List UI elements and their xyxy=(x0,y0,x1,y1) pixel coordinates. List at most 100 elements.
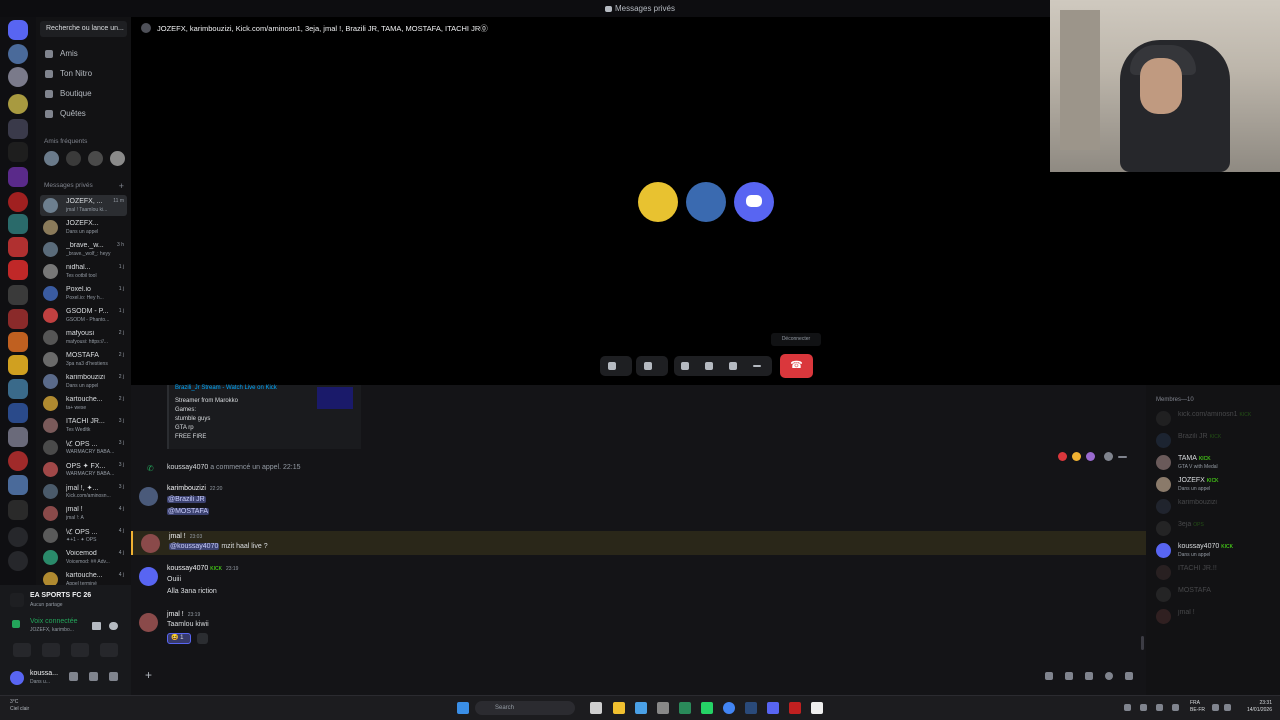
soundboard-button[interactable] xyxy=(100,643,118,657)
tray-chevron-icon[interactable] xyxy=(1124,704,1131,711)
dm-item[interactable]: JOZEFX... Dans un appel xyxy=(40,217,127,238)
app-icon[interactable] xyxy=(811,702,823,714)
weather-widget[interactable]: 3°C Ciel clair xyxy=(10,699,29,713)
new-dm-icon[interactable]: + xyxy=(119,181,124,191)
kick-server-icon[interactable] xyxy=(8,142,28,162)
app-icon[interactable] xyxy=(657,702,669,714)
participant-avatar[interactable] xyxy=(638,182,678,222)
whatsapp-icon[interactable] xyxy=(701,702,713,714)
participant-avatar[interactable] xyxy=(686,182,726,222)
dm-item[interactable]: \ℭ OPS ... WARMACRY BABA... 3 j xyxy=(40,437,127,458)
hangup-button[interactable]: ☎ xyxy=(780,354,813,378)
discord-icon[interactable] xyxy=(767,702,779,714)
language-indicator[interactable]: FRA BE-FR xyxy=(1190,700,1205,714)
sticker-icon[interactable] xyxy=(1085,672,1093,680)
mention[interactable]: @MOSTAFA xyxy=(167,508,210,515)
server-icon[interactable] xyxy=(8,260,28,280)
member-item[interactable]: 3eja OPS xyxy=(1154,519,1278,539)
system-user[interactable]: koussay4070 xyxy=(167,464,208,471)
nav-nitro[interactable]: Ton Nitro xyxy=(44,65,124,83)
server-icon[interactable] xyxy=(8,44,28,64)
mic-icon[interactable] xyxy=(69,672,78,681)
wifi-icon[interactable] xyxy=(1212,704,1219,711)
member-item[interactable]: kick.com/aminosn1 KICK xyxy=(1154,409,1278,429)
tray-icon[interactable] xyxy=(1156,704,1163,711)
webcam-feed[interactable] xyxy=(1050,0,1280,172)
windows-start-icon[interactable] xyxy=(457,702,469,714)
server-icon[interactable] xyxy=(8,309,28,329)
devil-reaction-icon[interactable] xyxy=(1086,452,1095,461)
member-item[interactable]: koussay4070 KICK Dans un appel xyxy=(1154,541,1278,561)
server-icon[interactable] xyxy=(8,500,28,520)
member-item[interactable]: Brazili JR KICK xyxy=(1154,431,1278,451)
add-server-icon[interactable] xyxy=(8,527,28,547)
server-icon[interactable] xyxy=(8,214,28,234)
mention[interactable]: @koussay4070 xyxy=(169,543,220,550)
explore-icon[interactable] xyxy=(8,551,28,571)
server-icon[interactable] xyxy=(8,332,28,352)
server-icon[interactable] xyxy=(8,167,28,187)
game-activity[interactable]: EA SPORTS FC 26 Aucun partage xyxy=(8,591,123,613)
message-composer[interactable]: + xyxy=(139,665,1139,687)
avatar[interactable] xyxy=(139,613,158,632)
xbox-icon[interactable] xyxy=(679,702,691,714)
soundboard-icon[interactable] xyxy=(92,622,101,630)
dm-item[interactable]: Poxel.io Poxel.io: Hey h... 1 j xyxy=(40,283,127,304)
taskbar-search[interactable]: Search xyxy=(475,701,575,715)
disconnect-icon[interactable] xyxy=(109,622,118,630)
dm-item[interactable]: MOSTAFA 3pa na3 d'hestiens 2 j xyxy=(40,349,127,370)
headphones-icon[interactable] xyxy=(89,672,98,681)
dm-item[interactable]: mafyousi mafyousi: https://... 2 j xyxy=(40,327,127,348)
gift-icon[interactable] xyxy=(1045,672,1053,680)
member-item[interactable]: JOZEFX KICK Dans un appel xyxy=(1154,475,1278,495)
tray-icon[interactable] xyxy=(1172,704,1179,711)
mute-button[interactable] xyxy=(600,356,632,376)
member-item[interactable]: TAMA KICK GTA V with Medal xyxy=(1154,453,1278,473)
server-icon[interactable] xyxy=(8,379,28,399)
more-icon[interactable] xyxy=(1118,456,1127,458)
screen-share-icon[interactable] xyxy=(681,362,689,370)
member-item[interactable]: karimbouzizi xyxy=(1154,497,1278,517)
server-icon[interactable] xyxy=(8,67,28,87)
message-author[interactable]: koussay4070 xyxy=(167,565,208,572)
nav-friends[interactable]: Amis xyxy=(44,45,124,63)
dm-item[interactable]: OPS ✦ FX... WARMACRY BABA... 3 j xyxy=(40,459,127,480)
store-icon[interactable] xyxy=(635,702,647,714)
attach-plus-icon[interactable]: + xyxy=(145,668,152,682)
avatar[interactable] xyxy=(139,567,158,586)
server-icon[interactable] xyxy=(8,237,28,257)
embed-title[interactable]: Brazili_Jr Stream - Watch Live on Kick xyxy=(175,385,277,391)
activities-icon[interactable] xyxy=(705,362,713,370)
message-author[interactable]: jmal ! xyxy=(169,533,186,540)
nav-shop[interactable]: Boutique xyxy=(44,85,124,103)
gear-icon[interactable] xyxy=(109,672,118,681)
chrome-icon[interactable] xyxy=(723,702,735,714)
friend-avatar[interactable] xyxy=(66,151,81,166)
steam-icon[interactable] xyxy=(745,702,757,714)
apps-icon[interactable] xyxy=(1125,672,1133,680)
more-icon[interactable] xyxy=(753,365,761,367)
heart-reaction-icon[interactable] xyxy=(1058,452,1067,461)
friend-avatar[interactable] xyxy=(110,151,125,166)
voice-connected-label[interactable]: Voix connectée xyxy=(30,618,77,625)
dm-item[interactable]: kartouche... ta+ wese 2 j xyxy=(40,393,127,414)
volume-icon[interactable] xyxy=(1224,704,1231,711)
message-author[interactable]: karimbouzizi xyxy=(167,485,206,492)
participant-avatar[interactable] xyxy=(734,182,774,222)
laugh-reaction-icon[interactable] xyxy=(1072,452,1081,461)
gif-icon[interactable] xyxy=(1065,672,1073,680)
member-item[interactable]: MOSTAFA xyxy=(1154,585,1278,605)
dm-item[interactable]: nidhal... Tes ootbil tool 1 j xyxy=(40,261,127,282)
server-icon[interactable] xyxy=(8,119,28,139)
server-icon[interactable] xyxy=(8,403,28,423)
add-reaction-icon[interactable] xyxy=(1104,452,1113,461)
screen-share-button[interactable] xyxy=(42,643,60,657)
task-view-icon[interactable] xyxy=(590,702,602,714)
soundboard-icon[interactable] xyxy=(729,362,737,370)
current-user[interactable]: koussa... Dans u... xyxy=(8,669,126,689)
tray-icon[interactable] xyxy=(1140,704,1147,711)
avatar[interactable] xyxy=(141,534,160,553)
member-item[interactable]: ITACHI JR.!! xyxy=(1154,563,1278,583)
dm-item[interactable]: jmal !, ✦... Kick.com/aminosn... 3 j xyxy=(40,481,127,502)
server-icon[interactable] xyxy=(8,355,28,375)
